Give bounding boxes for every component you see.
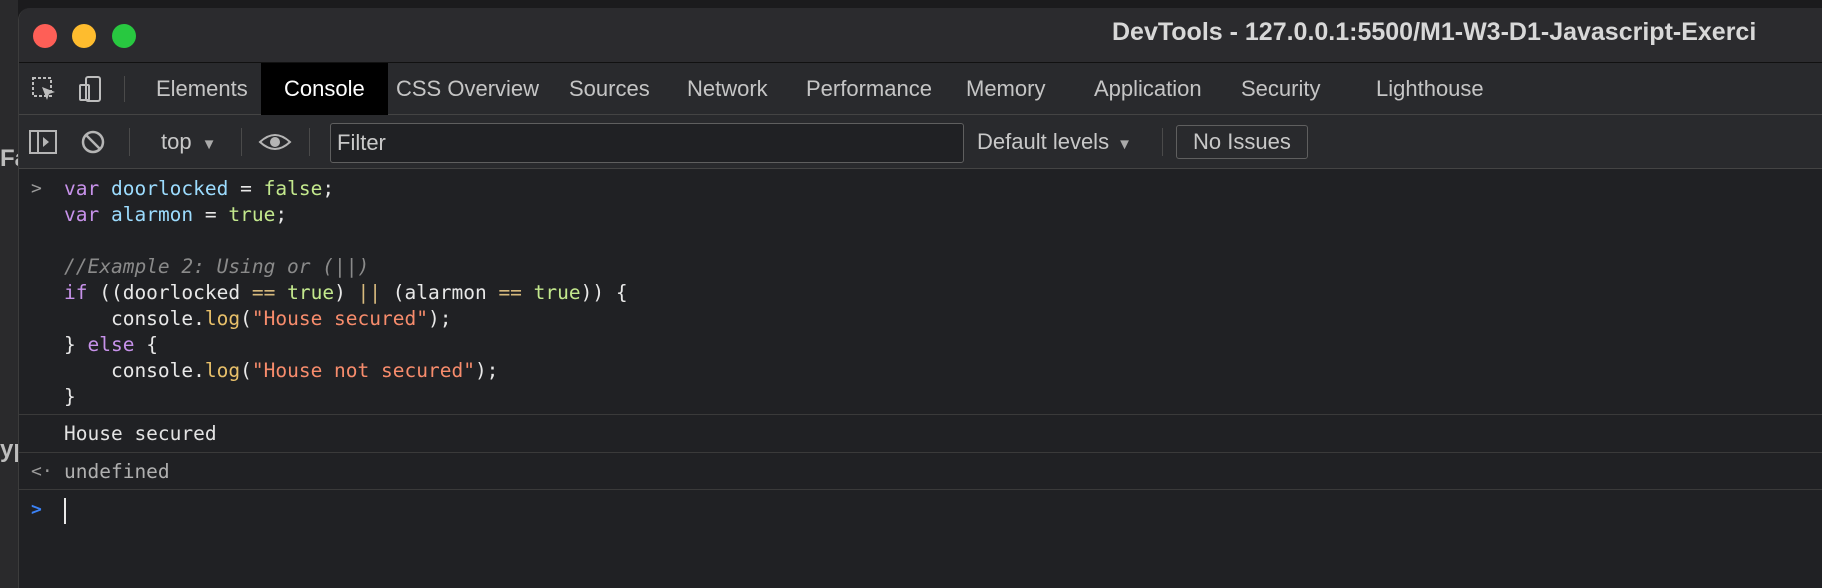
code-line: console.log("House not secured"); (64, 359, 499, 382)
tab-lighthouse[interactable]: Lighthouse (1360, 63, 1500, 115)
toolbar-divider (241, 128, 242, 156)
tab-elements[interactable]: Elements (140, 63, 264, 115)
clear-console-icon[interactable] (77, 127, 109, 157)
code-line: } else { (64, 333, 158, 356)
text-cursor (64, 498, 66, 524)
code-line: } (64, 385, 76, 408)
tab-security[interactable]: Security (1225, 63, 1336, 115)
console-output-area[interactable]: > var doorlocked = false; var alarmon = … (19, 170, 1822, 588)
console-return-value: <· undefined (19, 453, 1822, 490)
tab-sources[interactable]: Sources (553, 63, 666, 115)
tab-network[interactable]: Network (671, 63, 784, 115)
tab-application[interactable]: Application (1078, 63, 1218, 115)
tab-memory[interactable]: Memory (950, 63, 1061, 115)
tab-css-overview[interactable]: CSS Overview (380, 63, 555, 115)
toolbar-divider (129, 128, 130, 156)
console-toolbar: top ▼ Default levels ▼ No Issues (19, 115, 1822, 169)
live-expression-eye-icon[interactable] (257, 127, 293, 157)
window-title: DevTools - 127.0.0.1:5500/M1-W3-D1-Javas… (1112, 18, 1757, 46)
console-prompt[interactable]: > (19, 490, 1822, 530)
log-levels-selector[interactable]: Default levels ▼ (977, 125, 1132, 159)
maximize-window-button[interactable] (112, 24, 136, 48)
inspect-element-icon[interactable] (27, 73, 61, 105)
toolbar-divider (1162, 128, 1163, 156)
toolbar-divider (309, 128, 310, 156)
minimize-window-button[interactable] (72, 24, 96, 48)
tab-performance[interactable]: Performance (790, 63, 948, 115)
title-bar: DevTools - 127.0.0.1:5500/M1-W3-D1-Javas… (19, 8, 1822, 63)
chevron-down-icon: ▼ (1117, 136, 1132, 153)
issues-button[interactable]: No Issues (1176, 125, 1308, 159)
code-line: console.log("House secured"); (64, 307, 452, 330)
console-input-entry: > var doorlocked = false; var alarmon = … (19, 170, 1822, 415)
code-line: var doorlocked = false; (64, 177, 335, 200)
return-arrow-icon: <· (31, 461, 53, 482)
console-log-output: House secured (19, 415, 1822, 453)
code-line: var alarmon = true; (64, 203, 288, 226)
panel-tab-bar: Elements Console CSS Overview Sources Ne… (19, 63, 1822, 115)
input-chevron-icon: > (31, 178, 42, 199)
return-value-text: undefined (64, 460, 170, 483)
log-levels-label: Default levels (977, 129, 1110, 154)
device-toolbar-icon[interactable] (74, 73, 108, 105)
chevron-down-icon: ▼ (201, 136, 217, 153)
toolbar-divider (124, 76, 125, 102)
prompt-chevron-icon: > (31, 499, 42, 520)
close-window-button[interactable] (33, 24, 57, 48)
filter-input[interactable] (330, 123, 964, 163)
devtools-window: DevTools - 127.0.0.1:5500/M1-W3-D1-Javas… (18, 8, 1822, 588)
code-line: //Example 2: Using or (||) (64, 255, 370, 278)
sidebar-toggle-icon[interactable] (27, 127, 59, 157)
context-selector[interactable]: top ▼ (161, 125, 216, 159)
background-window: Fa yp (0, 0, 28, 588)
context-selector-label: top (161, 129, 192, 154)
code-line: if ((doorlocked == true) || (alarmon == … (64, 281, 628, 304)
tab-console[interactable]: Console (261, 63, 388, 115)
